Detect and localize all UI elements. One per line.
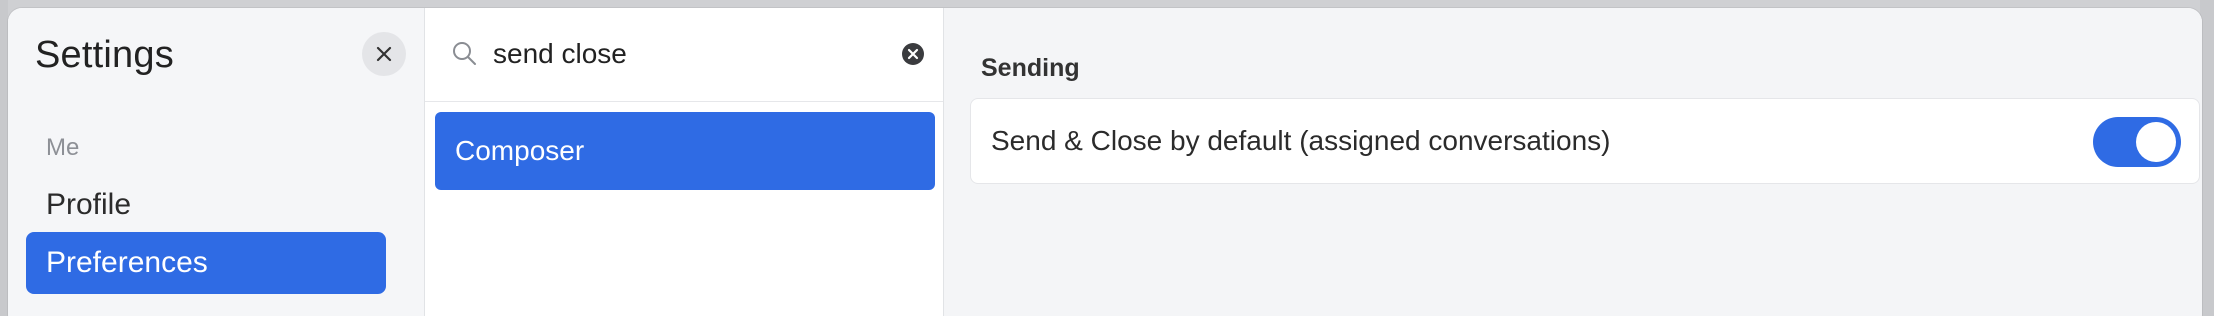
close-button[interactable] [362, 32, 406, 76]
search-result-composer[interactable]: Composer [435, 112, 935, 190]
search-input[interactable] [491, 30, 875, 78]
toggle-knob [2136, 122, 2176, 162]
sidebar-item-preferences[interactable]: Preferences [26, 232, 386, 294]
section-label-me: Me [46, 134, 80, 161]
search-icon [453, 42, 476, 65]
send-close-toggle[interactable] [2093, 117, 2181, 167]
backdrop [2200, 0, 2214, 316]
search-bar [425, 8, 943, 102]
sidebar-item-label: Profile [46, 188, 132, 221]
setting-label: Send & Close by default (assigned conver… [991, 125, 1611, 156]
clear-circle-icon[interactable] [901, 42, 925, 66]
search-results-panel: Composer [425, 8, 944, 316]
settings-sidebar: Settings Me Profile Preferences [8, 8, 425, 316]
result-label: Composer [455, 135, 585, 166]
section-heading: Sending [981, 54, 1080, 82]
close-icon [376, 46, 392, 62]
sidebar-item-profile[interactable]: Profile [26, 174, 386, 236]
settings-window: Settings Me Profile Preferences send clo… [8, 8, 2202, 316]
setting-row: Send & Close by default (assigned conver… [970, 98, 2200, 184]
sidebar-item-label: Preferences [46, 246, 208, 279]
settings-content: Sending Send & Close by default (assigne… [944, 8, 2202, 316]
sidebar-title: Settings [35, 34, 174, 76]
backdrop [0, 0, 8, 316]
